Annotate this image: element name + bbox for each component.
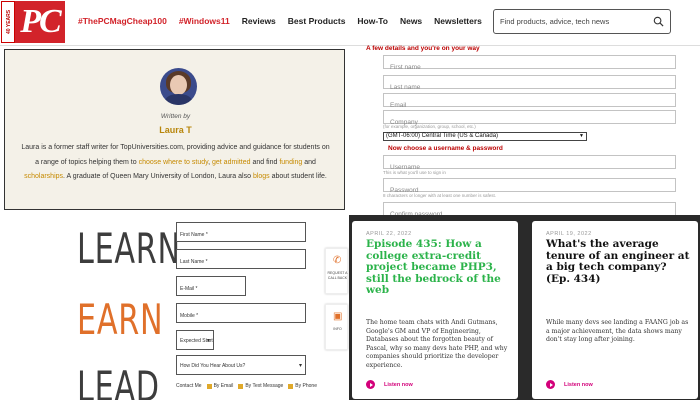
lead-mobile-input[interactable] xyxy=(177,307,305,325)
contact-me-label: Contact Me xyxy=(176,383,202,389)
screenshot-collage: 40 YEARS PC #ThePCMagCheap100 #Windows11… xyxy=(0,0,700,400)
chevron-down-icon: ▾ xyxy=(298,363,302,369)
search-icon[interactable] xyxy=(653,16,664,27)
episode-title[interactable]: What's the average tenure of an engineer… xyxy=(546,238,694,285)
lead-email-field xyxy=(176,276,246,298)
contact-phone-label: By Phone xyxy=(295,383,317,389)
site-header: 40 YEARS PC #ThePCMagCheap100 #Windows11… xyxy=(0,0,700,46)
email-field xyxy=(383,93,676,112)
confirm-password-field xyxy=(383,202,676,221)
episode-date: APRIL 22, 2022 xyxy=(366,231,412,237)
lead-last-name-field xyxy=(176,249,306,271)
author-card: Written by Laura T Laura is a former sta… xyxy=(4,49,345,210)
podcast-card[interactable]: APRIL 22, 2022 Episode 435: How a colleg… xyxy=(352,221,518,399)
contact-text-checkbox[interactable] xyxy=(238,383,244,389)
contact-preferences: Contact Me By Email By Text Message By P… xyxy=(176,383,317,389)
nav-item-how-to[interactable]: How-To xyxy=(357,16,388,30)
link-get-admitted[interactable]: get admitted xyxy=(212,159,251,166)
contact-email-checkbox[interactable] xyxy=(206,383,212,389)
lead-first-name-field xyxy=(176,222,306,244)
password-field xyxy=(383,178,676,197)
nav-item-windows11[interactable]: #Windows11 xyxy=(179,16,230,30)
credentials-heading: Now choose a username & password xyxy=(388,145,503,152)
podcast-card[interactable]: APRIL 19, 2022 What's the average tenure… xyxy=(532,221,698,399)
signup-heading: A few details and you're on your way xyxy=(366,45,480,52)
lead-mobile-field xyxy=(176,303,306,325)
side-widget: ✆ REQUEST A CALL BACK ▣ INFO xyxy=(323,248,350,360)
link-choose-where-to-study[interactable]: choose where to study xyxy=(139,159,209,166)
logo-pc-mark: PC xyxy=(15,1,65,43)
info-label: INFO xyxy=(333,327,342,331)
company-hint: (for example, organization, group, schoo… xyxy=(383,124,476,129)
call-back-button[interactable]: ✆ REQUEST A CALL BACK xyxy=(325,248,348,294)
listen-now-button[interactable]: Listen now xyxy=(546,380,593,389)
company-field xyxy=(383,110,676,129)
contact-email-label: By Email xyxy=(213,383,234,389)
username-hint: This is what you'll use to sign in xyxy=(383,170,446,175)
contact-phone-checkbox[interactable] xyxy=(288,383,294,389)
search-box xyxy=(493,9,671,34)
promo-word-earn: EARN xyxy=(77,295,164,344)
main-nav: #ThePCMagCheap100 #Windows11 Reviews Bes… xyxy=(78,16,494,30)
nav-item-reviews[interactable]: Reviews xyxy=(242,16,276,30)
first-name-input[interactable] xyxy=(384,61,675,74)
lead-form: Expected Start *▾ How Did You Hear About… xyxy=(174,218,344,400)
search-input[interactable] xyxy=(500,15,650,28)
link-scholarships[interactable]: scholarships xyxy=(24,173,63,180)
lead-last-name-input[interactable] xyxy=(177,253,305,271)
nav-item-cheap100[interactable]: #ThePCMagCheap100 xyxy=(78,16,167,30)
promo-word-learn: LEARN xyxy=(77,224,181,273)
bio-text: . A graduate of Queen Mary University of… xyxy=(63,173,253,180)
heard-about-value: How Did You Hear About Us? xyxy=(180,363,246,369)
timezone-value: (GMT-06:00) Central Time (US & Canada) xyxy=(386,133,499,139)
bio-text: and find xyxy=(250,158,280,166)
contact-text-label: By Text Message xyxy=(245,383,284,389)
last-name-input[interactable] xyxy=(384,81,675,94)
episode-date: APRIL 19, 2022 xyxy=(546,231,592,237)
call-back-label: REQUEST A CALL BACK xyxy=(327,271,348,280)
lead-first-name-input[interactable] xyxy=(177,226,305,244)
first-name-field xyxy=(383,55,676,74)
listen-now-button[interactable]: Listen now xyxy=(366,380,413,389)
expected-start-select[interactable]: Expected Start *▾ xyxy=(176,330,214,364)
link-funding[interactable]: funding xyxy=(279,159,302,166)
phone-icon: ✆ xyxy=(333,255,342,266)
password-hint: 8 characters or longer with at least one… xyxy=(383,193,497,198)
episode-description: The home team chats with Andi Gutmans, G… xyxy=(366,319,508,369)
info-button[interactable]: ▣ INFO xyxy=(325,304,348,350)
pcmag-logo[interactable]: 40 YEARS PC xyxy=(1,1,67,43)
author-name[interactable]: Laura T xyxy=(5,125,346,135)
podcast-cards: APRIL 22, 2022 Episode 435: How a colleg… xyxy=(349,215,700,400)
promo-word-lead: LEAD xyxy=(77,362,160,400)
nav-item-news[interactable]: News xyxy=(400,16,422,30)
listen-now-label: Listen now xyxy=(384,381,413,388)
episode-description: While many devs see landing a FAANG job … xyxy=(546,319,689,344)
bio-text: and xyxy=(302,158,316,166)
chevron-down-icon: ▼ xyxy=(579,133,584,139)
nav-item-newsletters[interactable]: Newsletters xyxy=(434,16,482,30)
username-field xyxy=(383,155,676,174)
play-icon xyxy=(366,380,375,389)
bio-text: about student life. xyxy=(269,173,327,180)
episode-title[interactable]: Episode 435: How a college extra-credit … xyxy=(366,238,514,297)
info-icon: ▣ xyxy=(333,311,343,322)
logo-years-badge: 40 YEARS xyxy=(1,1,15,43)
listen-now-label: Listen now xyxy=(564,381,593,388)
link-blogs[interactable]: blogs xyxy=(253,173,270,180)
written-by-label: Written by xyxy=(160,113,191,120)
nav-item-best-products[interactable]: Best Products xyxy=(288,16,346,30)
chevron-down-icon: ▾ xyxy=(206,338,210,344)
learn-earn-lead-promo: LEARN EARN LEAD xyxy=(60,212,180,400)
play-icon xyxy=(546,380,555,389)
timezone-select[interactable]: (GMT-06:00) Central Time (US & Canada) ▼ xyxy=(383,132,587,141)
author-bio: Laura is a former staff writer for TopUn… xyxy=(19,141,332,185)
lead-email-input[interactable] xyxy=(177,280,245,298)
heard-about-select[interactable]: How Did You Hear About Us? ▾ xyxy=(176,355,306,375)
last-name-field xyxy=(383,75,676,94)
signup-form: A few details and you're on your way (fo… xyxy=(352,45,700,221)
avatar xyxy=(160,68,197,105)
